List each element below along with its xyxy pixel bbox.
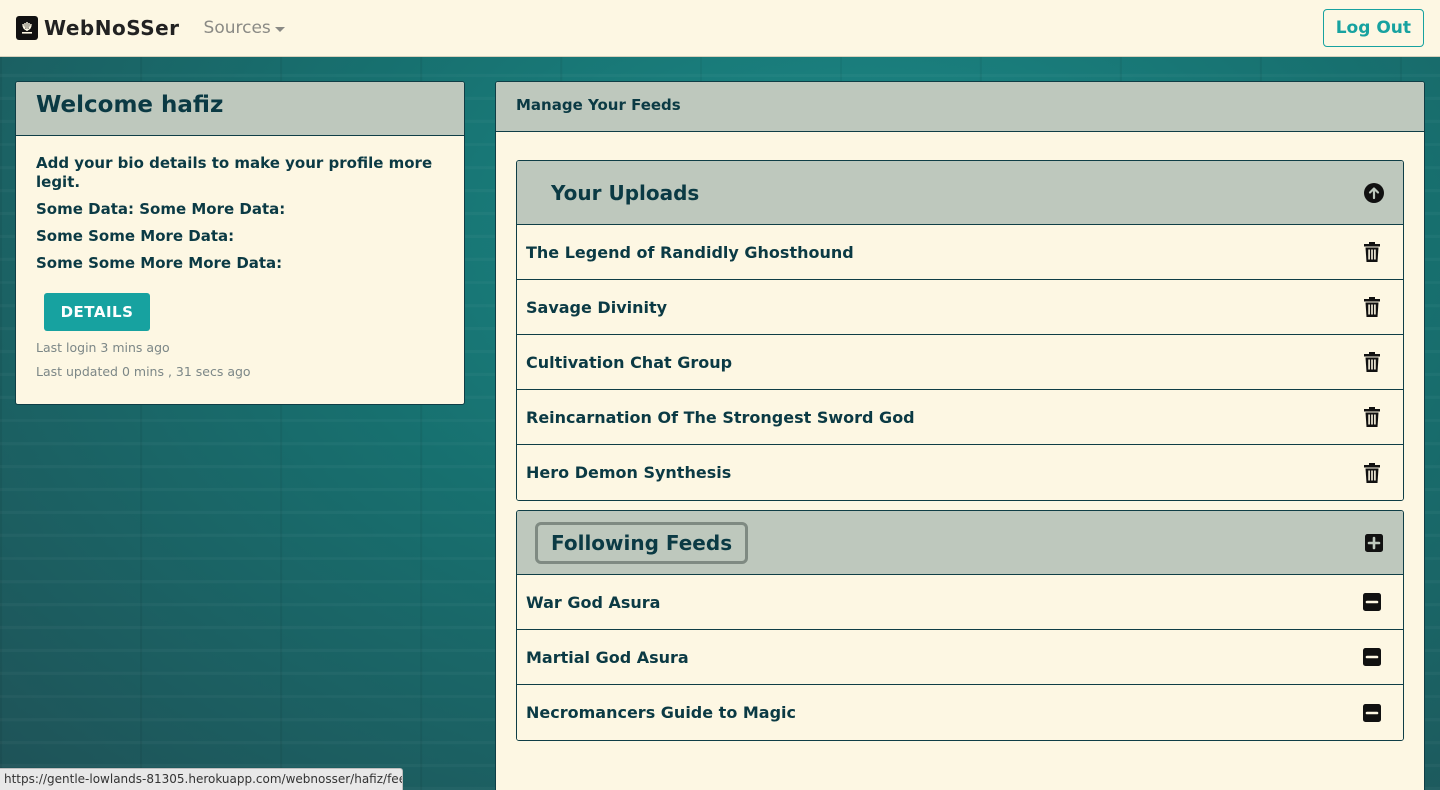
list-item[interactable]: The Legend of Randidly Ghosthound xyxy=(517,225,1403,280)
navbar: WebNoSSer Sources Log Out xyxy=(0,0,1440,57)
feeds-header: Manage Your Feeds xyxy=(496,82,1424,132)
sources-dropdown[interactable]: Sources xyxy=(204,18,285,38)
list-item[interactable]: Hero Demon Synthesis xyxy=(517,445,1403,500)
trash-icon[interactable] xyxy=(1361,351,1383,373)
trash-icon[interactable] xyxy=(1361,462,1383,484)
bio-prompt: Add your bio details to make your profil… xyxy=(36,154,433,191)
following-title[interactable]: Following Feeds xyxy=(535,521,749,564)
trash-icon[interactable] xyxy=(1361,241,1383,263)
last-login: Last login 3 mins ago xyxy=(36,340,170,355)
caret-down-icon xyxy=(274,26,285,32)
feed-title[interactable]: The Legend of Randidly Ghosthound xyxy=(526,243,854,262)
following-header[interactable]: Following Feeds xyxy=(517,511,1403,575)
book-logo-icon xyxy=(16,16,38,40)
minus-square-icon[interactable] xyxy=(1361,591,1383,613)
list-item[interactable]: Reincarnation Of The Strongest Sword God xyxy=(517,390,1403,445)
logout-button[interactable]: Log Out xyxy=(1322,9,1424,47)
following-section: Following Feeds War God Asura Martial Go… xyxy=(516,510,1404,741)
sources-label: Sources xyxy=(203,18,271,38)
trash-icon[interactable] xyxy=(1361,296,1383,318)
status-bar-url: https://gentle-lowlands-81305.herokuapp.… xyxy=(0,768,403,790)
feed-title[interactable]: War God Asura xyxy=(526,593,660,612)
uploads-header[interactable]: Your Uploads xyxy=(517,161,1403,225)
trash-icon[interactable] xyxy=(1361,406,1383,428)
list-item[interactable]: Necromancers Guide to Magic xyxy=(517,685,1403,740)
feed-title[interactable]: Martial God Asura xyxy=(526,648,689,667)
feed-title[interactable]: Savage Divinity xyxy=(526,298,667,317)
last-updated: Last updated 0 mins , 31 secs ago xyxy=(36,364,251,379)
brand[interactable]: WebNoSSer xyxy=(16,16,180,40)
feed-title[interactable]: Reincarnation Of The Strongest Sword God xyxy=(526,408,915,427)
feed-title[interactable]: Cultivation Chat Group xyxy=(526,353,732,372)
feed-title[interactable]: Necromancers Guide to Magic xyxy=(526,703,796,722)
uploads-title: Your Uploads xyxy=(551,180,700,205)
profile-data-line: Some Some More Data: xyxy=(36,227,235,245)
list-item[interactable]: Cultivation Chat Group xyxy=(517,335,1403,390)
profile-body: Add your bio details to make your profil… xyxy=(16,136,464,397)
list-item[interactable]: Martial God Asura xyxy=(517,630,1403,685)
plus-square-icon[interactable] xyxy=(1363,532,1385,554)
list-item[interactable]: War God Asura xyxy=(517,575,1403,630)
arrow-circle-up-icon[interactable] xyxy=(1363,182,1385,204)
feed-title[interactable]: Hero Demon Synthesis xyxy=(526,463,731,482)
profile-data-line: Some Some More More Data: xyxy=(36,254,283,272)
profile-data-line: Some Data: Some More Data: xyxy=(36,200,286,218)
profile-card: Welcome hafiz Add your bio details to ma… xyxy=(15,81,465,405)
feeds-card: Manage Your Feeds Your Uploads The Legen… xyxy=(495,81,1425,790)
list-item[interactable]: Savage Divinity xyxy=(517,280,1403,335)
feeds-body: Your Uploads The Legend of Randidly Ghos… xyxy=(496,132,1424,778)
brand-name: WebNoSSer xyxy=(44,16,180,40)
minus-square-icon[interactable] xyxy=(1361,702,1383,724)
details-button[interactable]: DETAILS xyxy=(44,293,150,331)
profile-title: Welcome hafiz xyxy=(16,82,464,136)
uploads-section: Your Uploads The Legend of Randidly Ghos… xyxy=(516,160,1404,501)
minus-square-icon[interactable] xyxy=(1361,646,1383,668)
